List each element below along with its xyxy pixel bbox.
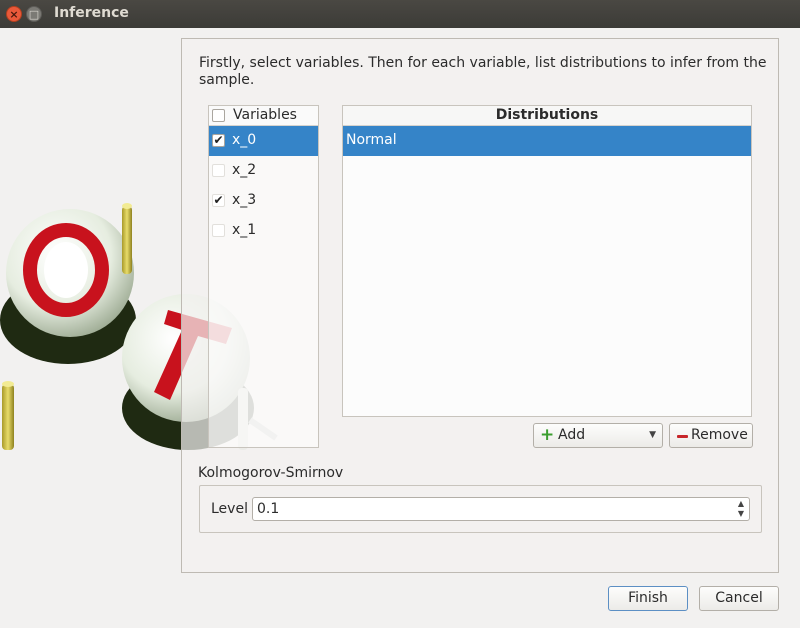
- remove-button-label: Remove: [691, 427, 748, 443]
- variable-checkbox-x1[interactable]: [212, 224, 225, 237]
- distributions-list[interactable]: Distributions Normal: [342, 105, 752, 417]
- variable-checkbox-x0[interactable]: ✔: [212, 134, 225, 147]
- ks-group-title: Kolmogorov-Smirnov: [198, 465, 344, 481]
- spin-down-icon[interactable]: ▼: [733, 509, 749, 518]
- variable-label: x_1: [232, 222, 257, 238]
- level-spinbox[interactable]: 0.1 ▲ ▼: [252, 497, 750, 521]
- title-bar: × □ Inference: [0, 0, 800, 28]
- variable-checkbox-x2[interactable]: [212, 164, 225, 177]
- variables-header-label: Variables: [233, 107, 297, 123]
- spin-arrows: ▲ ▼: [733, 498, 749, 520]
- select-all-checkbox[interactable]: [212, 109, 225, 122]
- minus-icon: [677, 435, 688, 438]
- instructions-text: Firstly, select variables. Then for each…: [199, 55, 767, 88]
- level-value[interactable]: 0.1: [257, 501, 279, 517]
- inference-panel: Firstly, select variables. Then for each…: [181, 38, 779, 573]
- plus-icon: +: [540, 425, 555, 445]
- close-window-button[interactable]: ×: [6, 6, 22, 22]
- distributions-header: Distributions: [343, 106, 751, 126]
- variables-list[interactable]: Variables ✔ x_0 x_2 ✔ x_3 x_1: [208, 105, 319, 448]
- variable-row-x3[interactable]: ✔ x_3: [209, 186, 318, 216]
- variable-row-x1[interactable]: x_1: [209, 216, 318, 246]
- variable-row-x2[interactable]: x_2: [209, 156, 318, 186]
- ks-group: Level 0.1 ▲ ▼: [199, 485, 762, 533]
- add-distribution-button[interactable]: + Add ▼: [533, 423, 663, 448]
- variable-label: x_2: [232, 162, 257, 178]
- variable-label: x_3: [232, 192, 257, 208]
- add-button-label: Add: [558, 427, 586, 443]
- variable-row-x0[interactable]: ✔ x_0: [209, 126, 318, 156]
- variable-label: x_0: [232, 132, 257, 148]
- variable-checkbox-x3[interactable]: ✔: [212, 194, 225, 207]
- remove-distribution-button[interactable]: Remove: [669, 423, 753, 448]
- distribution-label: Normal: [346, 132, 397, 148]
- cancel-button[interactable]: Cancel: [699, 586, 779, 611]
- spin-up-icon[interactable]: ▲: [733, 499, 749, 508]
- maximize-window-button[interactable]: □: [26, 6, 42, 22]
- level-label: Level: [211, 501, 248, 517]
- variables-header: Variables: [209, 106, 318, 126]
- chevron-down-icon[interactable]: ▼: [649, 424, 656, 447]
- distribution-row-normal[interactable]: Normal: [343, 126, 751, 156]
- finish-button[interactable]: Finish: [608, 586, 688, 611]
- window-title: Inference: [54, 5, 129, 21]
